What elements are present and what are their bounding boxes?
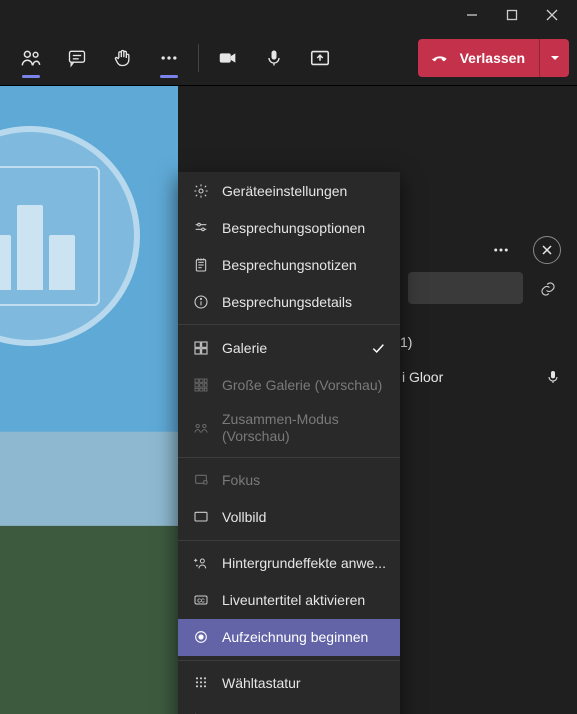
menu-start-recording[interactable]: Aufzeichnung beginnen — [178, 619, 400, 656]
menu-device-settings[interactable]: Geräteeinstellungen — [178, 172, 400, 209]
hangup-icon — [430, 48, 450, 68]
menu-label: Aufzeichnung beginnen — [222, 629, 368, 645]
participants-count-fragment: 1) — [400, 334, 412, 350]
minimize-button[interactable] — [461, 4, 483, 26]
menu-background-effects[interactable]: Hintergrundeffekte anwe... — [178, 545, 400, 582]
menu-label: Besprechungsoptionen — [222, 220, 365, 236]
leave-label: Verlassen — [460, 50, 525, 66]
share-screen-button[interactable] — [297, 34, 343, 82]
sliders-icon — [192, 219, 210, 237]
panel-close-button[interactable] — [533, 236, 561, 264]
window-titlebar — [0, 0, 577, 30]
menu-dialpad[interactable]: Wähltastatur — [178, 665, 400, 702]
more-actions-button[interactable] — [146, 34, 192, 82]
menu-label: Große Galerie (Vorschau) — [222, 377, 382, 393]
menu-separator — [178, 324, 400, 325]
participants-button[interactable] — [8, 34, 54, 82]
grid-3x3-icon — [192, 376, 210, 394]
menu-meeting-notes[interactable]: Besprechungsnotizen — [178, 246, 400, 283]
menu-focus: Fokus — [178, 462, 400, 499]
university-seal-logo — [0, 126, 140, 346]
microphone-button[interactable] — [251, 34, 297, 82]
gear-icon — [192, 182, 210, 200]
meeting-toolbar: Verlassen — [0, 30, 577, 86]
leave-dropdown-button[interactable] — [539, 39, 569, 77]
more-actions-menu: Geräteeinstellungen Besprechungsoptionen… — [178, 172, 400, 714]
cc-icon: CC — [192, 591, 210, 609]
fullscreen-icon — [192, 508, 210, 526]
menu-fullscreen[interactable]: Vollbild — [178, 499, 400, 536]
record-icon — [192, 628, 210, 646]
participant-name-fragment: i Gloor — [402, 369, 443, 385]
menu-disable-incoming-video[interactable]: Eingehendes Video deakt... — [178, 702, 400, 714]
menu-label: Besprechungsdetails — [222, 294, 352, 310]
menu-meeting-details[interactable]: Besprechungsdetails — [178, 283, 400, 320]
focus-icon — [192, 471, 210, 489]
leave-button[interactable]: Verlassen — [418, 39, 539, 77]
sparkle-person-icon — [192, 554, 210, 572]
video-tile — [0, 86, 178, 714]
toolbar-divider — [198, 44, 199, 72]
close-button[interactable] — [541, 4, 563, 26]
notes-icon — [192, 256, 210, 274]
check-icon — [370, 340, 386, 356]
grid-2x2-icon — [192, 339, 210, 357]
info-icon — [192, 293, 210, 311]
menu-label: Zusammen-Modus — [222, 411, 339, 428]
menu-label: Liveuntertitel aktivieren — [222, 592, 365, 608]
menu-label: Vollbild — [222, 509, 266, 525]
camera-button[interactable] — [205, 34, 251, 82]
menu-large-gallery: Große Galerie (Vorschau) — [178, 366, 400, 403]
menu-meeting-options[interactable]: Besprechungsoptionen — [178, 209, 400, 246]
participant-mic-icon — [545, 369, 561, 385]
chat-button[interactable] — [54, 34, 100, 82]
together-icon — [192, 419, 210, 437]
panel-more-button[interactable] — [487, 236, 515, 264]
menu-together-mode: Zusammen-Modus (Vorschau) — [178, 403, 400, 453]
menu-gallery[interactable]: Galerie — [178, 329, 400, 366]
dialpad-icon — [192, 674, 210, 692]
maximize-button[interactable] — [501, 4, 523, 26]
menu-live-captions[interactable]: CC Liveuntertitel aktivieren — [178, 582, 400, 619]
menu-label: Besprechungsnotizen — [222, 257, 357, 273]
menu-label: Geräteeinstellungen — [222, 183, 347, 199]
participant-search-input[interactable] — [408, 272, 523, 304]
meeting-stage: 1) i Gloor Geräteeinstellungen Besprechu… — [0, 86, 577, 714]
menu-sublabel: (Vorschau) — [222, 428, 339, 445]
menu-separator — [178, 660, 400, 661]
copy-link-button[interactable] — [531, 272, 565, 306]
menu-label: Fokus — [222, 472, 260, 488]
menu-label: Hintergrundeffekte anwe... — [222, 555, 386, 571]
svg-text:CC: CC — [197, 598, 205, 604]
menu-label: Wähltastatur — [222, 675, 301, 691]
menu-label: Galerie — [222, 340, 267, 356]
menu-separator — [178, 457, 400, 458]
raise-hand-button[interactable] — [100, 34, 146, 82]
menu-separator — [178, 540, 400, 541]
